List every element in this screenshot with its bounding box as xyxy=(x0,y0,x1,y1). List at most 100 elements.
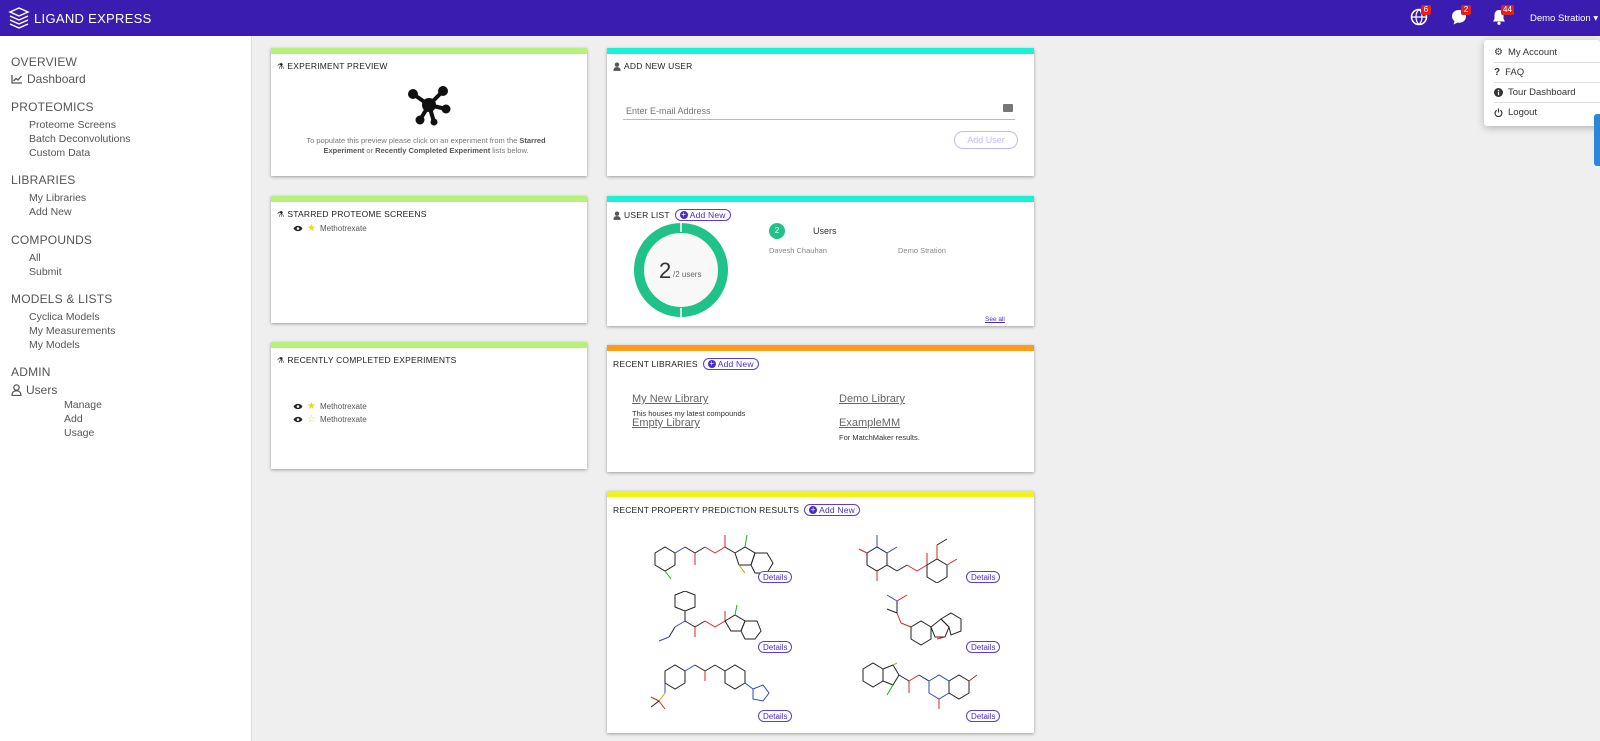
card-title-text: USER LIST xyxy=(624,210,670,220)
add-user-button[interactable]: Add User xyxy=(954,131,1018,149)
card-title-text: EXPERIMENT PREVIEW xyxy=(287,61,388,71)
sidebar-item-cyclica-models[interactable]: Cyclica Models xyxy=(29,311,100,323)
details-button[interactable]: Details xyxy=(966,641,1001,653)
molecule-network-icon xyxy=(408,86,451,126)
power-icon xyxy=(1494,108,1503,117)
sidebar-item-all-compounds[interactable]: All xyxy=(29,252,41,264)
sidebar-section-admin: ADMIN xyxy=(11,365,51,379)
email-field[interactable] xyxy=(623,102,1015,120)
card-title-text: RECENT LIBRARIES xyxy=(613,359,698,369)
flask-icon: ⚗ xyxy=(277,209,285,219)
star-outline-icon[interactable]: ☆ xyxy=(307,414,316,425)
card-title-text: RECENTLY COMPLETED EXPERIMENTS xyxy=(287,355,457,365)
sidebar-item-my-models[interactable]: My Models xyxy=(29,339,80,351)
list-item[interactable]: ★ Methotrexate xyxy=(293,223,367,234)
sidebar-item-usage[interactable]: Usage xyxy=(64,427,94,439)
dropdown-item-logout[interactable]: Logout xyxy=(1494,107,1537,118)
brand-logo[interactable]: LIGAND EXPRESS xyxy=(8,6,152,30)
details-button[interactable]: Details xyxy=(758,710,793,722)
library-link-examplemm[interactable]: ExampleMM xyxy=(839,417,900,429)
card-accent-bar xyxy=(607,491,1034,497)
dropdown-item-label: Logout xyxy=(1508,107,1538,118)
dropdown-item-my-account[interactable]: ⚙ My Account xyxy=(1494,47,1557,58)
experiment-name[interactable]: Methotrexate xyxy=(320,224,367,233)
user-icon xyxy=(11,384,22,396)
feedback-side-tab[interactable] xyxy=(1594,114,1600,166)
experiment-name[interactable]: Methotrexate xyxy=(320,415,367,424)
add-new-library-button[interactable]: + Add New xyxy=(702,358,759,370)
user-count-badge: 2 xyxy=(769,223,785,239)
question-icon: ? xyxy=(1494,67,1501,78)
sidebar-item-add-user[interactable]: Add xyxy=(64,413,83,425)
flask-icon: ⚗ xyxy=(277,61,285,71)
card-accent-bar xyxy=(607,48,1034,54)
chat-badge: 2 xyxy=(1461,5,1471,15)
top-navbar: LIGAND EXPRESS 6 2 44 Demo Stration ▾ xyxy=(0,0,1600,36)
dropdown-divider xyxy=(1494,62,1600,63)
library-link-empty-library[interactable]: Empty Library xyxy=(632,417,700,429)
globe-notifications-button[interactable]: 6 xyxy=(1410,5,1431,28)
card-accent-bar xyxy=(607,345,1034,351)
recent-libraries-card: RECENT LIBRARIES + Add New My New Librar… xyxy=(607,345,1034,472)
sidebar-item-dashboard[interactable]: Dashboard xyxy=(11,72,86,86)
sidebar-item-custom-data[interactable]: Custom Data xyxy=(29,147,90,159)
sidebar-item-users[interactable]: Users xyxy=(11,383,57,397)
sidebar-item-proteome-screens[interactable]: Proteome Screens xyxy=(29,119,116,131)
sidebar-item-submit-compound[interactable]: Submit xyxy=(29,266,62,278)
experiment-name[interactable]: Methotrexate xyxy=(320,402,367,411)
dropdown-item-label: Tour Dashboard xyxy=(1508,87,1576,98)
plus-circle-icon: + xyxy=(809,505,818,514)
card-accent-bar xyxy=(271,196,587,202)
details-button[interactable]: Details xyxy=(758,571,793,583)
sidebar-item-label: Dashboard xyxy=(27,72,86,86)
add-new-prediction-button[interactable]: + Add New xyxy=(804,504,861,516)
user-menu-toggle[interactable]: Demo Stration ▾ xyxy=(1530,13,1598,24)
card-title-text: STARRED PROTEOME SCREENS xyxy=(287,209,427,219)
dropdown-item-faq[interactable]: ? FAQ xyxy=(1494,67,1524,78)
library-description: For MatchMaker results. xyxy=(839,433,920,442)
add-user-card: ADD NEW USER Add User xyxy=(607,48,1034,176)
sidebar-section-models: MODELS & LISTS xyxy=(11,292,113,306)
details-button[interactable]: Details xyxy=(966,571,1001,583)
eye-icon[interactable] xyxy=(293,416,303,423)
preview-text-part: To populate this preview please click on… xyxy=(306,136,520,145)
details-button[interactable]: Details xyxy=(758,641,793,653)
sidebar-item-my-libraries[interactable]: My Libraries xyxy=(29,192,86,204)
sidebar-item-batch-deconvolutions[interactable]: Batch Deconvolutions xyxy=(29,133,131,145)
sidebar: OVERVIEW Dashboard PROTEOMICS Proteome S… xyxy=(0,36,252,741)
card-accent-bar xyxy=(271,342,587,348)
user-icon xyxy=(613,211,621,220)
add-new-user-button[interactable]: + Add New xyxy=(674,209,731,221)
user-list-item[interactable]: Demo Stration xyxy=(898,246,946,255)
list-item[interactable]: ★ Methotrexate xyxy=(293,401,367,412)
card-title: RECENT PROPERTY PREDICTION RESULTS + Add… xyxy=(613,504,861,516)
notifications-button[interactable]: 44 xyxy=(1490,5,1514,28)
details-button[interactable]: Details xyxy=(966,710,1001,722)
messages-button[interactable]: 2 xyxy=(1450,5,1471,28)
eye-icon[interactable] xyxy=(293,403,303,410)
list-item[interactable]: ☆ Methotrexate xyxy=(293,414,367,425)
library-link-my-new-library[interactable]: My New Library xyxy=(632,393,708,405)
sidebar-section-proteomics: PROTEOMICS xyxy=(11,100,94,114)
sidebar-item-my-measurements[interactable]: My Measurements xyxy=(29,325,115,337)
gear-icon: ⚙ xyxy=(1494,47,1503,58)
user-list-item[interactable]: Davesh Chauhan xyxy=(769,246,827,255)
card-title: RECENT LIBRARIES + Add New xyxy=(613,358,759,370)
dropdown-divider xyxy=(1494,82,1600,83)
sidebar-item-add-library[interactable]: Add New xyxy=(29,206,72,218)
preview-text-part: or xyxy=(364,146,376,155)
star-filled-icon[interactable]: ★ xyxy=(307,401,316,412)
sidebar-item-manage-users[interactable]: Manage xyxy=(64,399,102,411)
recent-experiments-card: ⚗ RECENTLY COMPLETED EXPERIMENTS ★ Metho… xyxy=(271,342,587,469)
donut-value: 2 xyxy=(659,258,672,283)
eye-icon[interactable] xyxy=(293,225,303,232)
see-all-link[interactable]: See all xyxy=(985,316,1005,323)
sidebar-section-libraries: LIBRARIES xyxy=(11,173,76,187)
star-filled-icon[interactable]: ★ xyxy=(307,223,316,234)
preview-recent-label: Recently Completed Experiment xyxy=(375,146,491,155)
card-accent-bar xyxy=(607,196,1034,202)
card-title: ⚗ STARRED PROTEOME SCREENS xyxy=(277,209,427,219)
library-link-demo-library[interactable]: Demo Library xyxy=(839,393,905,405)
sidebar-item-label: Users xyxy=(26,383,58,397)
dropdown-item-tour-dashboard[interactable]: Tour Dashboard xyxy=(1494,87,1576,98)
